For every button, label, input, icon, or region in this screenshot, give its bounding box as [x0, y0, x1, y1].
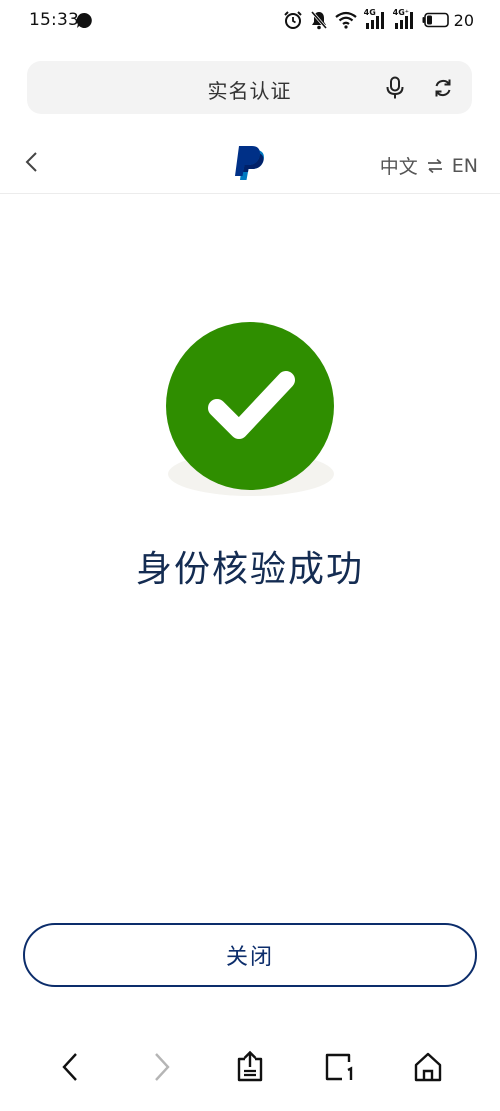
nav-forward-button[interactable] [144, 1050, 178, 1084]
mute-bell-icon [310, 11, 327, 30]
screen: 15:33 4G 4G⁺ 20 实名认证 中文 EN 身份核验成功 关闭 [0, 0, 500, 1111]
nav-tabs-button[interactable] [322, 1050, 356, 1084]
battery-level: 20 [453, 10, 474, 30]
wifi-icon [334, 11, 357, 29]
nav-share-button[interactable] [233, 1050, 267, 1084]
language-toggle[interactable]: 中文 EN [380, 152, 478, 179]
lang-current[interactable]: 中文 [380, 152, 418, 179]
signal-icon [365, 12, 384, 29]
nav-home-button[interactable] [411, 1050, 445, 1084]
nav-back-button[interactable] [54, 1050, 88, 1084]
signal-1: 4G [364, 8, 386, 30]
status-time: 15:33 [29, 10, 79, 30]
alarm-icon [283, 11, 302, 29]
signal-2: 4G⁺ [393, 8, 415, 30]
browser-bottom-nav [0, 1040, 500, 1100]
success-message: 身份核验成功 [135, 549, 364, 590]
battery-icon [422, 12, 449, 28]
status-bar: 15:33 4G 4G⁺ 20 [0, 0, 500, 42]
back-chevron-icon[interactable] [22, 150, 42, 174]
home-icon[interactable] [411, 1050, 445, 1084]
share-icon[interactable] [233, 1050, 267, 1084]
lang-other[interactable]: EN [452, 155, 478, 177]
tabs-icon[interactable] [322, 1050, 356, 1084]
chat-bubble-icon [76, 12, 92, 28]
swap-arrows-icon[interactable] [426, 158, 444, 174]
address-bar[interactable]: 实名认证 [27, 61, 472, 114]
paypal-logo-icon [235, 146, 264, 180]
page-header: 中文 EN [0, 130, 500, 194]
refresh-icon[interactable] [432, 77, 454, 99]
microphone-icon[interactable] [384, 76, 406, 100]
chevron-right-icon[interactable] [144, 1050, 178, 1084]
status-icons: 4G 4G⁺ 20 [283, 8, 474, 31]
signal-icon [394, 12, 413, 29]
chevron-left-icon[interactable] [54, 1050, 88, 1084]
checkmark-icon [208, 371, 295, 439]
close-button[interactable]: 关闭 [23, 923, 477, 987]
